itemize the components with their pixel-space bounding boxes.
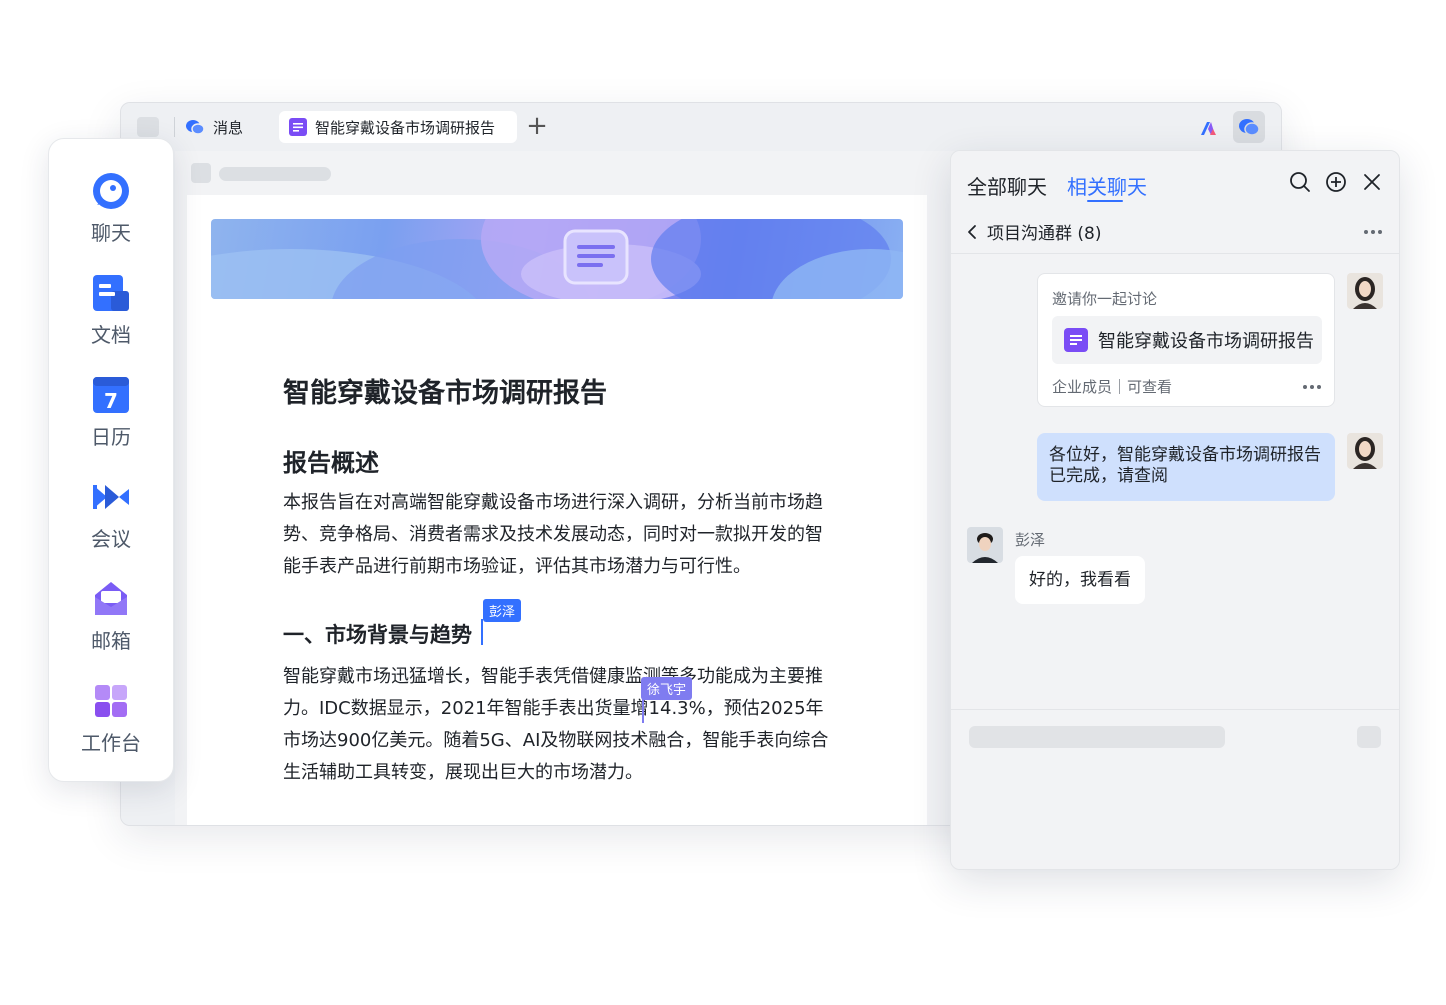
- chat-bubbles-icon: [1239, 119, 1260, 136]
- peer-name: 彭泽: [1015, 531, 1046, 549]
- ai-assistant-icon[interactable]: [1197, 117, 1219, 139]
- message-input[interactable]: [969, 726, 1225, 748]
- tab-bar: 消息 智能穿戴设备市场调研报告 +: [121, 103, 1281, 151]
- workspace-icon: [95, 685, 127, 717]
- calendar-icon: 7: [93, 377, 129, 413]
- section-text-overview[interactable]: 本报告旨在对高端智能穿戴设备市场进行深入调研，分析当前市场趋势、竞争格局、消费者…: [283, 487, 831, 583]
- user-avatar-icon: [1347, 273, 1383, 309]
- tab-all-chats[interactable]: 全部聊天: [967, 171, 1047, 200]
- dock-item-mail[interactable]: 邮箱: [49, 579, 173, 654]
- doc-breadcrumb-placeholder: [219, 167, 331, 181]
- peer-avatar-icon: [967, 527, 1003, 563]
- dock-item-chat[interactable]: 聊天: [49, 171, 173, 246]
- tab-document-label: 智能穿戴设备市场调研报告: [315, 118, 496, 137]
- dock-item-calendar[interactable]: 7 日历: [49, 375, 173, 450]
- chat-bubble-icon: [93, 173, 129, 209]
- send-button[interactable]: [1357, 726, 1381, 748]
- user-avatar-icon: [1347, 433, 1383, 469]
- chat-panel-toggle[interactable]: [1233, 111, 1265, 143]
- section-heading-market[interactable]: 一、市场背景与趋势: [283, 619, 472, 649]
- collaborator-cursor-label: 徐飞宇: [641, 677, 693, 700]
- tab-related-chats[interactable]: 相关聊天: [1067, 171, 1147, 200]
- avatar[interactable]: [967, 527, 1003, 563]
- app-dock: 聊天 文档 7 日历 会议 邮箱 工作台: [48, 138, 174, 782]
- window-menu-button[interactable]: [137, 117, 159, 137]
- group-name: 项目沟通群 (8): [987, 224, 1102, 244]
- my-message-bubble[interactable]: 各位好，智能穿戴设备市场调研报告已完成，请查阅: [1037, 433, 1335, 501]
- peer-message-bubble[interactable]: 好的，我看看: [1015, 556, 1145, 604]
- collaborator-caret: [481, 619, 483, 645]
- chat-bubbles-icon: [186, 120, 205, 135]
- dock-label: 会议: [91, 527, 131, 551]
- document-icon: [1064, 328, 1088, 352]
- section-heading-overview[interactable]: 报告概述: [283, 443, 379, 478]
- tab-document[interactable]: 智能穿戴设备市场调研报告: [279, 111, 517, 143]
- tab-separator: [174, 117, 175, 137]
- doc-toolbar-icon-placeholder[interactable]: [191, 163, 211, 183]
- document-icon: [93, 275, 129, 311]
- chat-panel: 全部聊天 相关聊天 项目沟通群 (8) 邀请你一起讨论 智能穿戴设备市场调研报告…: [950, 150, 1400, 870]
- avatar[interactable]: [1347, 273, 1383, 309]
- dock-item-docs[interactable]: 文档: [49, 273, 173, 348]
- card-more-icon[interactable]: [1302, 384, 1322, 390]
- tab-messages[interactable]: 消息: [185, 112, 243, 142]
- dock-item-workspace[interactable]: 工作台: [49, 681, 173, 756]
- collaborator-caret: [642, 697, 644, 723]
- calendar-day: 7: [104, 389, 118, 413]
- dock-label: 日历: [91, 425, 131, 449]
- card-invite-text: 邀请你一起讨论: [1052, 290, 1158, 308]
- document-icon: [289, 118, 307, 136]
- message-composer: [951, 709, 1399, 869]
- document-page: 智能穿戴设备市场调研报告 报告概述 本报告旨在对高端智能穿戴设备市场进行深入调研…: [187, 195, 927, 825]
- active-tab-indicator: [1087, 200, 1123, 202]
- shared-doc-card[interactable]: 邀请你一起讨论 智能穿戴设备市场调研报告 企业成员｜可查看: [1037, 273, 1335, 407]
- mail-icon: [95, 582, 127, 615]
- new-tab-button[interactable]: +: [523, 112, 551, 140]
- card-permission[interactable]: 企业成员｜可查看: [1052, 376, 1172, 397]
- dock-item-meeting[interactable]: 会议: [49, 477, 173, 552]
- section-text-market[interactable]: 智能穿戴市场迅猛增长，智能手表凭借健康监测等多功能成为主要推力。IDC数据显示，…: [283, 661, 831, 789]
- avatar[interactable]: [1347, 433, 1383, 469]
- card-doc-link[interactable]: 智能穿戴设备市场调研报告: [1052, 316, 1322, 364]
- dock-label: 聊天: [91, 221, 131, 245]
- collaborator-cursor-label: 彭泽: [483, 599, 522, 622]
- more-options-icon[interactable]: [1363, 229, 1383, 235]
- dock-label: 邮箱: [91, 629, 131, 653]
- card-doc-name: 智能穿戴设备市场调研报告: [1098, 331, 1314, 352]
- document-title[interactable]: 智能穿戴设备市场调研报告: [283, 371, 607, 410]
- dock-label: 工作台: [81, 731, 141, 755]
- chevron-left-icon[interactable]: [967, 224, 977, 240]
- document-banner: [211, 219, 903, 299]
- search-icon[interactable]: [1289, 171, 1311, 193]
- tab-messages-label: 消息: [213, 118, 244, 137]
- group-header[interactable]: 项目沟通群 (8): [967, 219, 1101, 244]
- close-icon[interactable]: [1363, 173, 1381, 191]
- add-circle-icon[interactable]: [1325, 171, 1347, 193]
- banner-illustration: [211, 219, 903, 299]
- dock-label: 文档: [91, 323, 131, 347]
- video-camera-icon: [93, 485, 129, 509]
- chat-header: 全部聊天 相关聊天 项目沟通群 (8): [951, 151, 1399, 254]
